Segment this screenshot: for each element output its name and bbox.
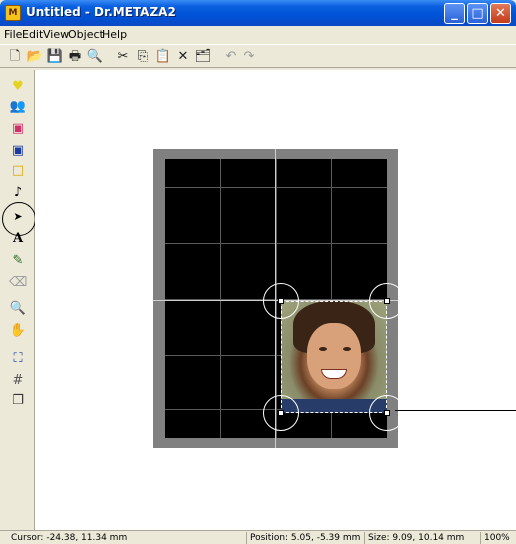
print-preview-icon[interactable]: 🔍 (86, 48, 104, 66)
menu-file[interactable]: File (4, 28, 22, 41)
fit-view-icon[interactable]: ⛶ (9, 350, 27, 368)
select-tool-highlight-circle (2, 202, 36, 236)
handle-highlight-circle (369, 395, 405, 431)
status-size: Size: 9.09, 10.14 mm (364, 532, 478, 544)
new-icon[interactable]: 🗋 (6, 48, 24, 66)
handle-highlight-circle (263, 283, 299, 319)
title-bar[interactable]: M Untitled - Dr.METAZA2 _ □ ✕ (0, 0, 516, 26)
grid-line (165, 243, 387, 244)
music-note-icon[interactable]: ♪ (9, 184, 27, 202)
window-title: Untitled - Dr.METAZA2 (26, 5, 176, 19)
selection-box (281, 301, 387, 413)
menu-object[interactable]: Object (68, 28, 104, 41)
rectangle-icon[interactable]: □ (9, 162, 27, 180)
minimize-icon: _ (451, 6, 458, 21)
minimize-button[interactable]: _ (444, 3, 465, 24)
delete-icon[interactable]: ✕ (174, 48, 192, 66)
paste-icon[interactable]: 📋 (154, 48, 172, 66)
eraser-icon[interactable]: ⌫ (9, 274, 27, 292)
layers-icon[interactable]: ❐ (9, 392, 27, 410)
grid-line (165, 187, 387, 188)
status-zoom: 100% (480, 532, 514, 544)
undo-icon[interactable]: ↶ (222, 48, 240, 66)
grid-icon[interactable]: # (9, 372, 27, 390)
print-icon[interactable]: 🖶 (66, 48, 84, 66)
tool-palette: ♥ 👥 ▣ ▣ □ ♪ ➤ A ✎ ⌫ 🔍 ✋ ⛶ # ❐ (0, 70, 35, 532)
callout-line (395, 410, 516, 411)
pen-tool-icon[interactable]: ✎ (9, 252, 27, 270)
redo-icon[interactable]: ↷ (240, 48, 258, 66)
menu-help[interactable]: Help (102, 28, 127, 41)
hand-pan-icon[interactable]: ✋ (9, 322, 27, 340)
copy-icon[interactable]: ⎘ (134, 48, 152, 66)
menu-view[interactable]: View (43, 28, 69, 41)
zoom-icon[interactable]: 🔍 (9, 300, 27, 318)
canvas-area[interactable] (35, 70, 516, 532)
cut-icon[interactable]: ✂ (114, 48, 132, 66)
save-icon[interactable]: 💾 (46, 48, 64, 66)
open-icon[interactable]: 📂 (26, 48, 44, 66)
heart-icon[interactable]: ♥ (9, 78, 27, 96)
menu-bar: File Edit View Object Help (0, 26, 516, 43)
people-icon[interactable]: 👥 (9, 98, 27, 116)
handle-highlight-circle (369, 283, 405, 319)
handle-highlight-circle (263, 395, 299, 431)
close-icon: ✕ (495, 6, 506, 21)
properties-icon[interactable]: 🗂 (194, 48, 212, 66)
status-position: Position: 5.05, -5.39 mm (246, 532, 362, 544)
app-icon[interactable]: M (5, 5, 21, 21)
portrait-icon[interactable]: ▣ (9, 120, 27, 138)
status-bar: Cursor: -24.38, 11.34 mm Position: 5.05,… (0, 530, 516, 544)
portrait-frame-icon[interactable]: ▣ (9, 142, 27, 160)
app-window: M Untitled - Dr.METAZA2 _ □ ✕ File Edit … (0, 0, 516, 544)
status-cursor: Cursor: -24.38, 11.34 mm (11, 533, 128, 543)
maximize-icon: □ (471, 6, 484, 21)
main-toolbar: 🗋 📂 💾 🖶 🔍 ✂ ⎘ 📋 ✕ 🗂 ↶ ↷ (0, 44, 516, 68)
maximize-button[interactable]: □ (467, 3, 488, 24)
close-button[interactable]: ✕ (490, 3, 511, 24)
menu-edit[interactable]: Edit (22, 28, 43, 41)
